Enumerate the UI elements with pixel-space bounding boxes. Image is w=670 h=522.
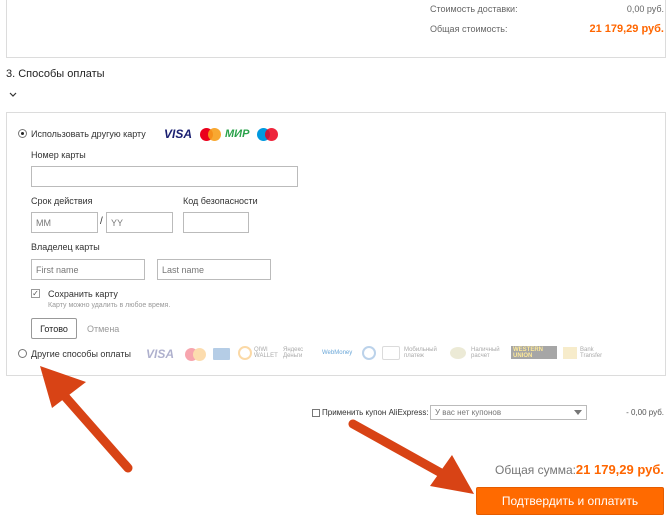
order-summary-box (6, 0, 666, 58)
card-holder-label: Владелец карты (31, 242, 100, 252)
cvv-input[interactable] (183, 212, 249, 233)
other-card-radio[interactable] (18, 129, 27, 138)
cash-payment-label: Наличный расчет (471, 347, 500, 359)
maestro-icon (257, 128, 279, 142)
last-name-input[interactable] (157, 259, 271, 280)
total-cost-value: 21 179,29 руб. (589, 23, 664, 35)
qiwi-icon (238, 346, 252, 360)
card-number-input[interactable] (31, 166, 298, 187)
grand-total-label: Общая сумма: (495, 463, 576, 477)
delivery-cost-label: Стоимость доставки: (430, 4, 518, 14)
mobile-payment-icon (382, 346, 400, 360)
yandex-money-label: Яндекс Деньги (283, 347, 304, 359)
other-methods-label[interactable]: Другие способы оплаты (31, 349, 131, 359)
visa-icon: VISA (164, 127, 193, 141)
coupon-checkbox[interactable] (312, 409, 320, 417)
coupon-label[interactable]: Применить купон AliExpress: (322, 408, 429, 417)
total-cost-label: Общая стоимость: (430, 24, 508, 34)
expiry-year-input[interactable] (106, 212, 173, 233)
mastercard-muted-icon (185, 348, 207, 362)
done-button[interactable]: Готово (31, 318, 77, 339)
bank-transfer-icon (563, 347, 577, 359)
confirm-and-pay-button[interactable]: Подтвердить и оплатить (476, 487, 664, 515)
save-card-hint: Карту можно удалить в любое время. (48, 302, 171, 309)
western-union-icon: WESTERN UNION (511, 346, 557, 359)
grand-total-value: 21 179,29 руб. (575, 462, 664, 477)
expiry-month-input[interactable] (31, 212, 98, 233)
arrow-to-confirm-button (348, 419, 474, 494)
arrow-to-other-methods (40, 366, 133, 473)
other-card-label[interactable]: Использовать другую карту (31, 129, 146, 139)
payment-section-title: 3. Способы оплаты (6, 68, 105, 80)
delivery-cost-value: 0,00 руб. (626, 4, 664, 14)
mastercard-icon (200, 128, 222, 142)
coupon-select-value: У вас нет купонов (435, 408, 502, 417)
bank-transfer-label: Bank Transfer (580, 347, 603, 359)
expiry-separator: / (100, 216, 103, 227)
expiry-label: Срок действия (31, 196, 93, 206)
webmoney-icon (362, 346, 376, 360)
visa-muted-icon: VISA (146, 347, 175, 361)
payment-methods-box (6, 112, 666, 376)
first-name-input[interactable] (31, 259, 145, 280)
amex-icon (213, 348, 230, 360)
qiwi-label: QIWI WALLET (254, 347, 278, 359)
cvv-label: Код безопасности (183, 196, 258, 206)
cancel-button[interactable]: Отмена (87, 324, 119, 334)
save-card-checkbox[interactable]: ✓ (31, 289, 40, 298)
chevron-down-icon[interactable] (9, 90, 17, 101)
webmoney-label: WebMoney (322, 350, 353, 356)
coupon-discount-value: - 0,00 руб. (626, 408, 664, 417)
other-methods-radio[interactable] (18, 349, 27, 358)
card-number-label: Номер карты (31, 150, 86, 160)
mir-icon: МИР (225, 128, 250, 140)
save-card-label[interactable]: Сохранить карту (48, 289, 118, 299)
chevron-down-icon (574, 410, 582, 415)
mobile-payment-label: Мобильный платеж (404, 347, 437, 359)
cash-icon (450, 347, 466, 359)
coupon-select[interactable]: У вас нет купонов (430, 405, 587, 420)
